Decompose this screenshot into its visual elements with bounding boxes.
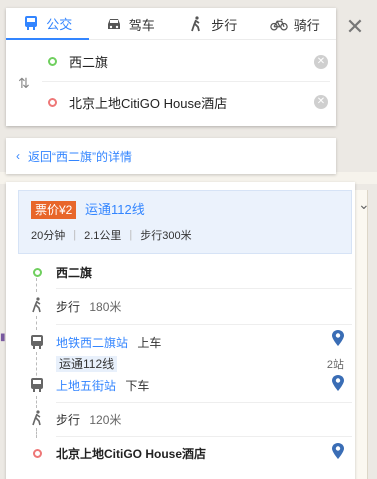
separator: | <box>73 229 77 241</box>
tab-label: 步行 <box>211 17 238 33</box>
step-walk-text: 步行 180米 <box>56 298 121 315</box>
tab-walk[interactable]: 步行 <box>171 8 254 40</box>
alight-action: 下车 <box>125 379 150 393</box>
destination-text: 北京上地CitiGO House酒店 <box>69 95 228 111</box>
walk-distance: 120米 <box>89 413 122 427</box>
bus-icon <box>30 334 44 353</box>
route-tag: 运通112线 <box>56 355 118 372</box>
route-result-panel: 票价¥2 运通112线 20分钟 | 2.1公里 | 步行300米 西二旗 步行 <box>6 182 355 479</box>
car-icon <box>107 19 120 29</box>
step-end-name: 北京上地CitiGO House酒店 <box>56 447 207 461</box>
origin-destination: ⇅ 西二旗 ✕ 北京上地CitiGO House酒店 ✕ <box>6 40 336 126</box>
map-road <box>354 190 368 479</box>
step-walk-text: 步行 120米 <box>56 411 121 428</box>
walk-icon <box>30 410 44 429</box>
map-pin-icon[interactable] <box>332 375 344 391</box>
chevron-down-icon[interactable]: ⌄ <box>358 197 370 211</box>
step-alight-text: 上地五街站 下车 <box>56 377 149 394</box>
tab-bike[interactable]: 骑行 <box>254 8 337 40</box>
destination-field[interactable]: 北京上地CitiGO House酒店 ✕ <box>42 82 330 122</box>
route-stats: 20分钟 | 2.1公里 | 步行300米 <box>31 227 192 243</box>
step-board-text: 地铁西二旗站 上车 <box>56 334 161 351</box>
board-station[interactable]: 地铁西二旗站 <box>56 336 128 350</box>
stop-count: 2站 <box>326 359 344 371</box>
walk-label: 步行 <box>56 413 81 427</box>
route-duration: 20分钟 <box>31 230 66 242</box>
route-line-name: 运通112线 <box>85 202 145 217</box>
alight-station[interactable]: 上地五街站 <box>56 379 116 393</box>
clear-icon[interactable]: ✕ <box>314 95 328 109</box>
bike-icon <box>270 18 288 31</box>
travel-mode-tabs: 公交 驾车 步行 骑行 <box>6 8 336 40</box>
board-action: 上车 <box>137 336 162 350</box>
tab-bus[interactable]: 公交 <box>6 8 89 40</box>
tab-drive[interactable]: 驾车 <box>89 8 172 40</box>
tab-label: 骑行 <box>293 17 320 33</box>
path-dash <box>36 428 37 438</box>
tab-label: 驾车 <box>128 17 155 33</box>
route-summary[interactable]: 票价¥2 运通112线 20分钟 | 2.1公里 | 步行300米 <box>18 190 352 254</box>
walk-label: 步行 <box>56 300 81 314</box>
path-dash <box>36 278 37 292</box>
walk-distance: 180米 <box>89 300 122 314</box>
destination-dot-icon <box>48 97 57 107</box>
bus-icon <box>25 16 38 30</box>
close-icon[interactable]: ✕ <box>342 14 368 40</box>
origin-dot-icon <box>48 57 57 66</box>
clear-icon[interactable]: ✕ <box>314 54 328 69</box>
destination-dot-icon <box>30 447 44 461</box>
walk-icon <box>30 297 44 316</box>
map-pin-icon[interactable] <box>332 443 344 459</box>
bus-icon <box>30 377 44 396</box>
path-dash <box>36 396 37 408</box>
price-badge: 票价¥2 <box>31 201 77 219</box>
route-search-card: 公交 驾车 步行 骑行 ⇅ 西二旗 ✕ 北京上地CitiGO House酒店 ✕ <box>6 8 336 126</box>
route-distance: 2.1公里 <box>84 230 122 242</box>
origin-text: 西二旗 <box>69 55 109 70</box>
divider <box>56 436 352 437</box>
divider <box>56 324 352 325</box>
divider <box>56 288 352 289</box>
route-walk-distance: 步行300米 <box>140 230 192 242</box>
map-pin-icon[interactable] <box>332 330 344 346</box>
path-dash <box>36 316 37 330</box>
step-start-name: 西二旗 <box>56 266 93 280</box>
origin-dot-icon <box>30 266 44 280</box>
origin-field[interactable]: 西二旗 ✕ <box>42 42 330 82</box>
separator: | <box>129 229 133 241</box>
route-tag-label: 运通112线 <box>56 356 118 372</box>
back-to-detail-link[interactable]: ‹ 返回“西二旗”的详情 <box>6 138 336 174</box>
back-link-label: 返回“西二旗”的详情 <box>28 149 132 164</box>
divider <box>56 402 352 403</box>
walk-icon <box>191 16 201 32</box>
tab-label: 公交 <box>46 16 73 32</box>
swap-icon[interactable]: ⇅ <box>18 74 34 92</box>
chevron-left-icon: ‹ <box>16 149 20 163</box>
